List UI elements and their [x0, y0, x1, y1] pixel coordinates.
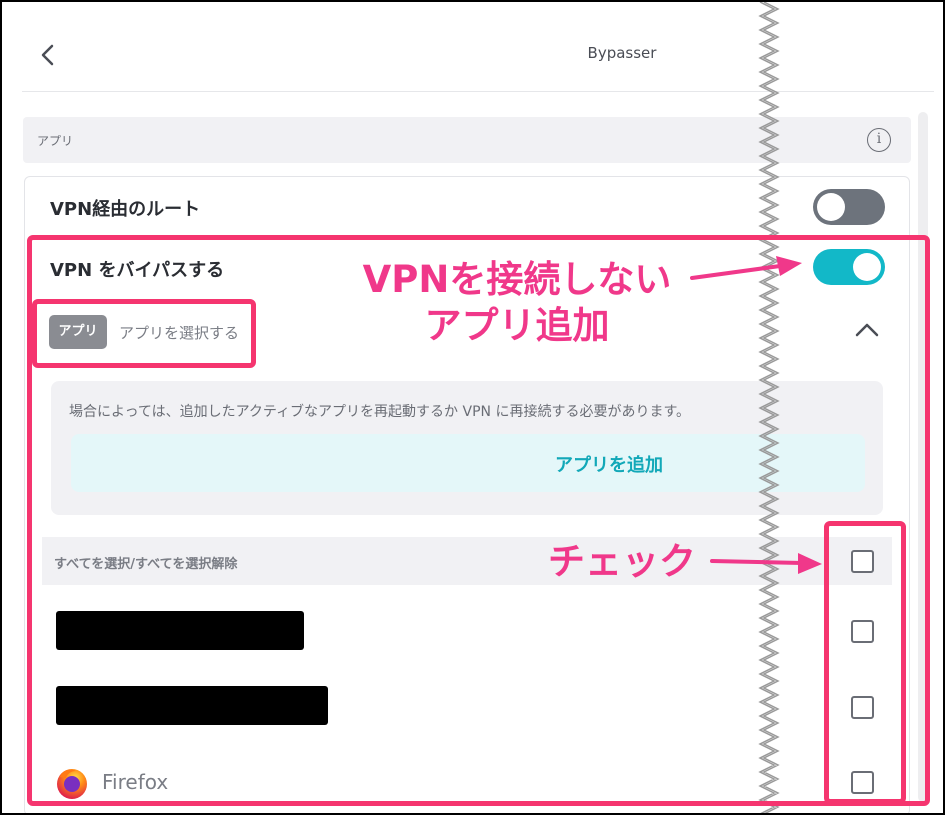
info-icon[interactable]: i [867, 128, 891, 152]
arrow-to-toggle [690, 256, 802, 280]
route-via-vpn-label: VPN経由のルート [50, 199, 201, 220]
apps-chip-highlight [32, 299, 256, 368]
checkbox-column-highlight [824, 521, 906, 804]
chevron-left-icon [41, 44, 54, 66]
screenshot-frame: Bypasser アプリ i VPN経由のルート VPN をバイパスする アプリ… [0, 0, 945, 815]
header-divider [22, 91, 934, 92]
arrow-to-checkbox [710, 553, 822, 574]
back-button[interactable] [36, 40, 60, 70]
page-title: Bypasser [587, 44, 657, 62]
route-via-vpn-toggle[interactable] [813, 189, 885, 225]
toggle-knob [817, 193, 845, 221]
annotation-check: チェック [548, 540, 696, 583]
annotation-callout-line2: アプリ追加 [424, 304, 610, 347]
annotation-callout-line1: VPNを接続しない [362, 258, 672, 301]
section-label: アプリ [37, 134, 74, 148]
